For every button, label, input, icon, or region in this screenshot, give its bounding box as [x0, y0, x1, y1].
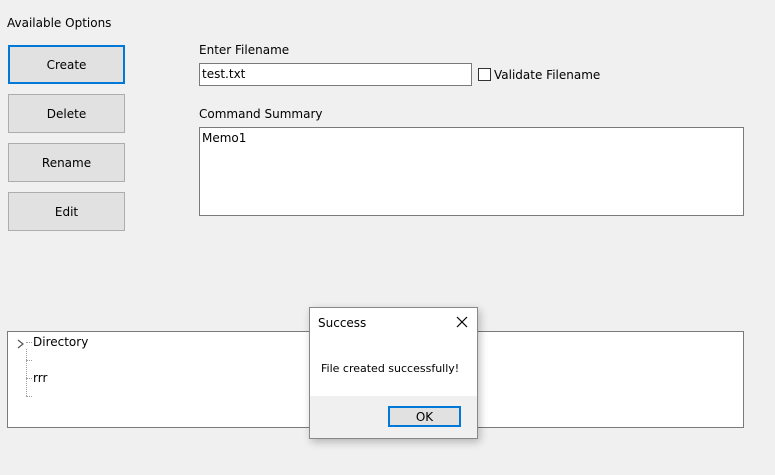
chevron-right-icon[interactable]: [17, 339, 25, 349]
dialog-footer: OK: [310, 396, 477, 438]
ok-button-label: OK: [415, 409, 434, 424]
validate-filename-checkbox[interactable]: [478, 68, 491, 81]
tree-item-rrr[interactable]: rrr: [33, 371, 47, 385]
summary-label: Command Summary: [199, 107, 323, 121]
ok-button[interactable]: OK: [388, 406, 461, 427]
options-title: Available Options: [7, 16, 112, 30]
tree-connector: [26, 349, 27, 396]
filename-label: Enter Filename: [199, 43, 290, 57]
edit-button-label: Edit: [54, 204, 79, 219]
dialog-message: File created successfully!: [321, 362, 460, 375]
tree-connector: [26, 360, 32, 361]
create-button[interactable]: Create: [8, 45, 125, 84]
filename-value: test.txt: [202, 67, 246, 81]
close-icon[interactable]: [456, 316, 468, 328]
summary-text: Memo1: [202, 131, 247, 145]
command-summary-memo[interactable]: Memo1: [199, 127, 744, 216]
tree-root-directory[interactable]: Directory: [33, 335, 88, 349]
edit-button[interactable]: Edit: [8, 192, 125, 231]
tree-connector: [26, 342, 32, 343]
delete-button-label: Delete: [46, 106, 87, 121]
dialog-title: Success: [318, 316, 367, 330]
create-button-label: Create: [46, 57, 87, 72]
tree-connector: [26, 396, 32, 397]
delete-button[interactable]: Delete: [8, 94, 125, 133]
filename-input[interactable]: test.txt: [199, 63, 472, 86]
validate-filename-label[interactable]: Validate Filename: [494, 68, 600, 82]
rename-button[interactable]: Rename: [8, 143, 125, 182]
success-dialog: Success File created successfully! OK: [309, 307, 478, 439]
rename-button-label: Rename: [41, 155, 92, 170]
tree-connector: [26, 378, 32, 379]
